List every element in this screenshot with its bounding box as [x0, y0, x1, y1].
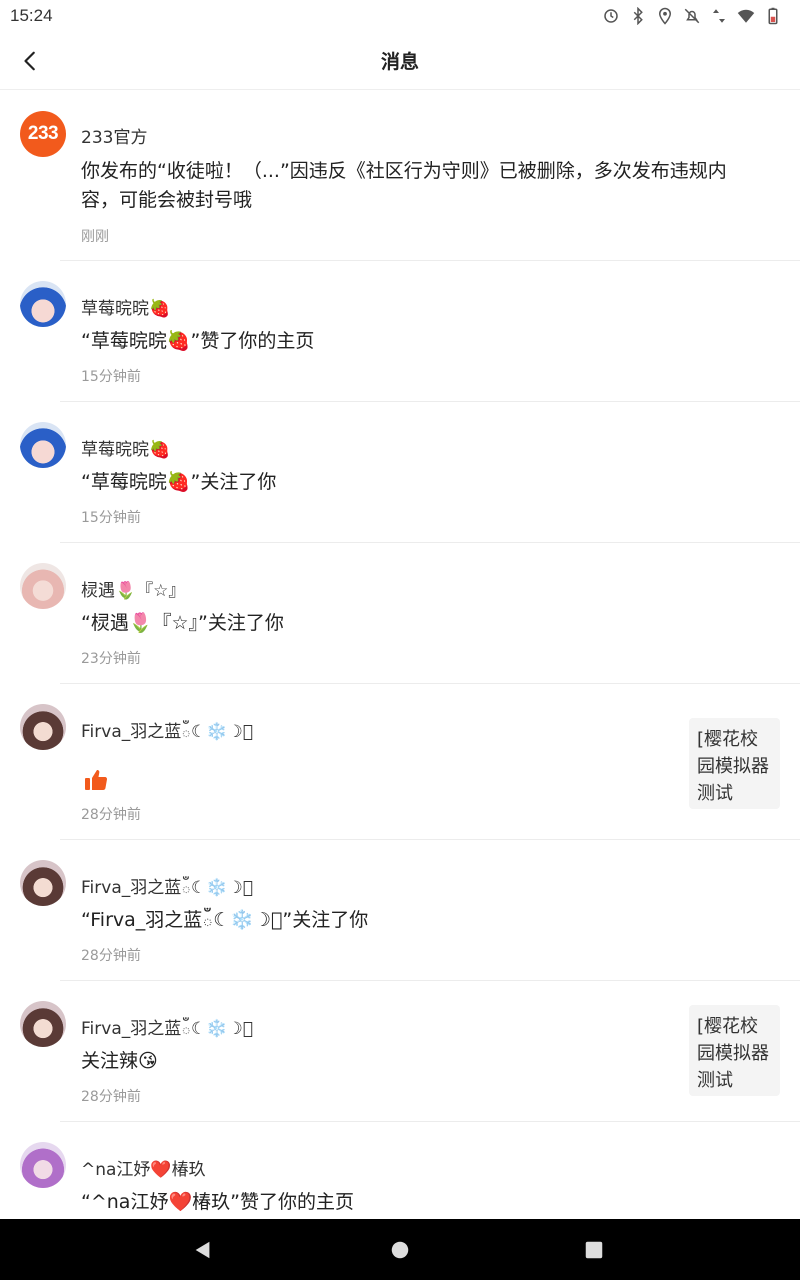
sender-name[interactable]: 棂遇🌷『☆』 — [81, 576, 185, 601]
message-content: “棂遇🌷『☆』”关注了你 — [81, 612, 284, 634]
avatar[interactable] — [20, 1001, 66, 1047]
message-time: 28分钟前 — [81, 807, 141, 823]
status-icons — [602, 7, 782, 25]
sender-name[interactable]: 草莓晥晥🍓 — [81, 435, 170, 460]
avatar[interactable]: 233 — [20, 111, 66, 157]
nav-home-icon[interactable] — [389, 1239, 411, 1261]
avatar[interactable] — [20, 422, 66, 468]
nav-bar — [0, 1219, 800, 1280]
avatar[interactable] — [20, 563, 66, 609]
message-item[interactable]: 草莓晥晥🍓 “草莓晥晥🍓”赞了你的主页 15分钟前 — [0, 261, 800, 402]
message-item[interactable]: 233 233官方 你发布的“收徒啦！（...”因违反《社区行为守则》已被删除，… — [0, 91, 800, 261]
sender-name[interactable]: ^na江妤❤️椿玖 — [81, 1155, 206, 1180]
message-content: “^na江妤❤️椿玖”赞了你的主页 — [81, 1191, 354, 1213]
nav-back-icon[interactable] — [192, 1239, 214, 1261]
wifi-icon — [737, 7, 755, 25]
bluetooth-icon — [629, 7, 647, 25]
battery-icon — [764, 7, 782, 25]
data-arrows-icon — [710, 7, 728, 25]
status-bar: 15:24 — [0, 0, 800, 32]
message-content: 你发布的“收徒啦！（...”因违反《社区行为守则》已被删除，多次发布违规内 — [81, 160, 727, 182]
game-tag[interactable]: [樱花校园模拟器测试版]... — [689, 718, 780, 809]
message-list: 233 233官方 你发布的“收徒啦！（...”因违反《社区行为守则》已被删除，… — [0, 91, 800, 1220]
notifications-off-icon — [683, 7, 701, 25]
message-content: 容，可能会被封号哦 — [81, 189, 253, 211]
game-tag[interactable]: [樱花校园模拟器测试版]... — [689, 1005, 780, 1096]
sender-name[interactable]: Firva_羽之蓝ఀ☾❄️☽ఀ — [81, 873, 253, 902]
status-time: 15:24 — [10, 6, 53, 25]
message-item[interactable]: Firva_羽之蓝ఀ☾❄️☽ఀ “Firva_羽之蓝ఀ☾❄️☽ఀ”关注了你 28… — [0, 840, 800, 981]
message-content: “草莓晥晥🍓”关注了你 — [81, 471, 277, 493]
message-item[interactable]: Firva_羽之蓝ఀ☾❄️☽ఀ 关注辣😘 28分钟前 [樱花校园模拟器测试版].… — [0, 981, 800, 1122]
message-item[interactable]: Firva_羽之蓝ఀ☾❄️☽ఀ 28分钟前 [樱花校园模拟器测试版]... — [0, 684, 800, 840]
sender-name[interactable]: 233官方 — [81, 123, 147, 148]
message-item[interactable]: 棂遇🌷『☆』 “棂遇🌷『☆』”关注了你 23分钟前 — [0, 543, 800, 684]
message-content: “Firva_羽之蓝ఀ☾❄️☽ఀ”关注了你 — [81, 909, 369, 931]
avatar[interactable] — [20, 860, 66, 906]
message-content: 关注辣😘 — [81, 1050, 158, 1072]
sync-icon — [602, 7, 620, 25]
page-title: 消息 — [380, 51, 419, 73]
message-content: “草莓晥晥🍓”赞了你的主页 — [81, 330, 315, 352]
message-item[interactable]: 草莓晥晥🍓 “草莓晥晥🍓”关注了你 15分钟前 — [0, 402, 800, 543]
back-button[interactable] — [14, 44, 48, 78]
message-item[interactable]: ^na江妤❤️椿玖 “^na江妤❤️椿玖”赞了你的主页 — [0, 1122, 800, 1220]
sender-name[interactable]: Firva_羽之蓝ఀ☾❄️☽ఀ — [81, 1014, 253, 1043]
avatar[interactable] — [20, 1142, 66, 1188]
thumbs-up-icon — [85, 770, 108, 791]
message-time: 15分钟前 — [81, 510, 141, 526]
nav-recents-icon[interactable] — [583, 1239, 605, 1261]
message-time: 28分钟前 — [81, 948, 141, 964]
sender-name[interactable]: 草莓晥晥🍓 — [81, 294, 170, 319]
message-time: 15分钟前 — [81, 369, 141, 385]
header: 消息 — [0, 32, 800, 90]
location-icon — [656, 7, 674, 25]
message-time: 刚刚 — [81, 229, 109, 245]
back-arrow-icon — [24, 51, 35, 71]
avatar[interactable] — [20, 281, 66, 327]
sender-name[interactable]: Firva_羽之蓝ఀ☾❄️☽ఀ — [81, 717, 253, 746]
avatar[interactable] — [20, 704, 66, 750]
message-time: 28分钟前 — [81, 1089, 141, 1105]
message-time: 23分钟前 — [81, 651, 141, 667]
